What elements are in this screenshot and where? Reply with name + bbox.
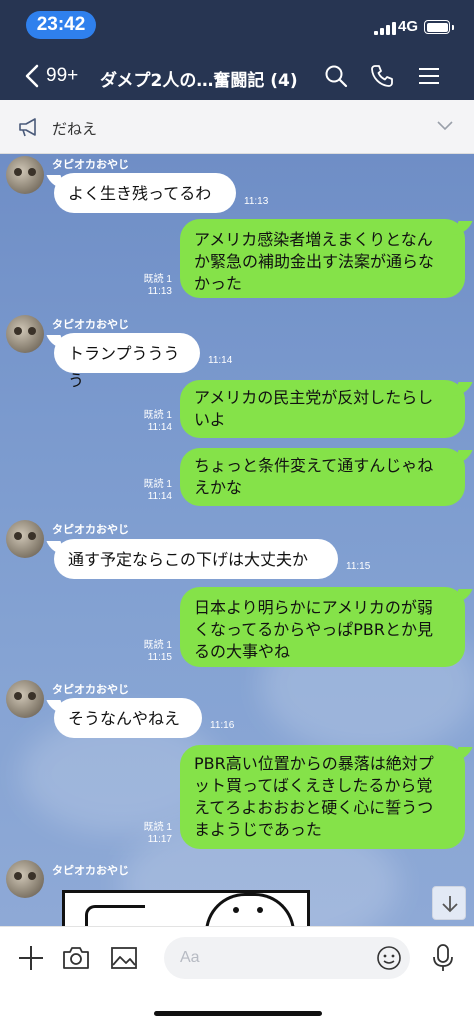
microphone-icon[interactable] [428, 943, 458, 973]
emoji-icon[interactable] [376, 945, 402, 971]
camera-icon[interactable] [61, 943, 91, 973]
message-bubble-outgoing[interactable]: PBR高い位置からの暴落は絶対プ ット買ってばくえきしたるから覚 えてろよおおお… [180, 745, 465, 849]
announcement-text: だねえ [52, 120, 98, 138]
avatar[interactable] [6, 860, 44, 898]
sender-name: タピオカおやじ [52, 158, 129, 171]
message-time: 11:16 [210, 720, 235, 731]
signal-icon [374, 21, 396, 35]
message-meta: 既読 1 11:15 [128, 640, 172, 664]
message-time: 11:15 [346, 561, 371, 572]
read-receipt: 既読 1 [143, 274, 172, 285]
sender-name: タピオカおやじ [52, 523, 129, 536]
message-time: 11:13 [244, 196, 269, 207]
chat-header: 99+ ダメプ2人の…奮闘記 (4) [0, 52, 474, 98]
message-bubble-incoming[interactable]: よく生き残ってるわ [54, 173, 236, 213]
message-time: 11:13 [147, 286, 172, 297]
read-receipt: 既読 1 [143, 822, 172, 833]
chevron-down-icon[interactable] [436, 120, 454, 132]
read-receipt: 既読 1 [143, 479, 172, 490]
plus-icon[interactable] [16, 943, 46, 973]
message-text-line: アメリカの民主党が反対したらし [194, 388, 434, 407]
message-text-line: まようじであった [194, 820, 322, 839]
message-text-line: えてろよおおおと硬く心に誓うつ [194, 798, 434, 817]
message-bubble-incoming[interactable]: そうなんやねえ [54, 698, 202, 738]
megaphone-icon [19, 118, 36, 137]
avatar[interactable] [6, 680, 44, 718]
battery-icon [424, 20, 454, 34]
read-receipt: 既読 1 [143, 640, 172, 651]
message-input-bar [0, 926, 474, 1024]
message-text-line: PBR高い位置からの暴落は絶対プ [194, 754, 434, 773]
message-time: 11:14 [147, 422, 172, 433]
search-icon[interactable] [324, 64, 348, 88]
message-text-line: くなってるからやっぱPBRとか見 [194, 620, 433, 639]
sender-name: タピオカおやじ [52, 683, 129, 696]
message-text-line: いよ [194, 410, 226, 429]
message-text-line: ちょっと条件変えて通すんじゃね [194, 456, 434, 475]
announcement-bar[interactable]: だねえ [0, 100, 474, 154]
message-time: 11:14 [147, 491, 172, 502]
message-text-line: ット買ってばくえきしたるから覚 [194, 776, 433, 795]
message-text: よく生き残ってるわ [68, 184, 212, 203]
avatar[interactable] [6, 315, 44, 353]
message-meta: 既読 1 11:14 [128, 410, 172, 434]
read-receipt: 既読 1 [143, 410, 172, 421]
message-time: 11:14 [208, 355, 233, 366]
message-text-line: かった [194, 274, 243, 293]
status-time: 23:42 [26, 11, 96, 39]
top-bar: 23:42 4G 99+ ダメプ2人の…奮闘記 (4) [0, 0, 474, 100]
message-text-line: アメリカ感染者増えまくりとなん [194, 230, 433, 249]
message-text-line: るの大事やね [194, 642, 291, 661]
scroll-to-bottom-button[interactable] [432, 886, 466, 920]
phone-icon[interactable] [370, 64, 394, 88]
message-bubble-outgoing[interactable]: ちょっと条件変えて通すんじゃね えかな [180, 448, 465, 506]
message-bubble-incoming[interactable]: 通す予定ならこの下げは大丈夫か [54, 539, 338, 579]
message-bubble-outgoing[interactable]: アメリカの民主党が反対したらし いよ [180, 380, 465, 438]
sticker-image[interactable] [62, 890, 310, 933]
message-text-line: えかな [194, 478, 243, 497]
arrow-down-icon [442, 896, 458, 913]
home-indicator [154, 1011, 322, 1016]
message-bubble-incoming[interactable]: トランプうううう [54, 333, 200, 390]
message-text-line: か緊急の補助金出す法案が通らな [194, 252, 435, 271]
message-meta: 既読 1 11:17 [128, 822, 172, 846]
status-bar: 23:42 4G [0, 0, 474, 48]
message-text: そうなんやねえ [68, 709, 181, 728]
message-text-field[interactable] [180, 947, 360, 969]
sender-name: タピオカおやじ [52, 318, 129, 331]
message-bubble-outgoing[interactable]: 日本より明らかにアメリカのが弱 くなってるからやっぱPBRとか見 るの大事やね [180, 587, 465, 667]
message-text: 通す予定ならこの下げは大丈夫か [68, 550, 309, 569]
message-meta: 既読 1 11:13 [128, 274, 172, 298]
message-text-line: 日本より明らかにアメリカのが弱 [194, 598, 433, 617]
sticker-eyes [233, 907, 269, 915]
unread-count: 99+ [46, 65, 79, 86]
avatar[interactable] [6, 156, 44, 194]
message-time: 11:15 [147, 652, 172, 663]
message-time: 11:17 [147, 834, 172, 845]
menu-icon[interactable] [417, 64, 441, 88]
chat-title[interactable]: ダメプ2人の…奮闘記 (4) [100, 66, 298, 91]
network-label: 4G [398, 18, 419, 35]
sender-name: タピオカおやじ [52, 864, 129, 877]
message-bubble-outgoing[interactable]: アメリカ感染者増えまくりとなん か緊急の補助金出す法案が通らな かった [180, 219, 465, 298]
message-meta: 既読 1 11:14 [128, 479, 172, 503]
back-button[interactable]: 99+ [24, 62, 96, 90]
message-input[interactable] [164, 937, 410, 979]
image-icon[interactable] [109, 943, 139, 973]
avatar[interactable] [6, 520, 44, 558]
chevron-left-icon [25, 64, 39, 88]
